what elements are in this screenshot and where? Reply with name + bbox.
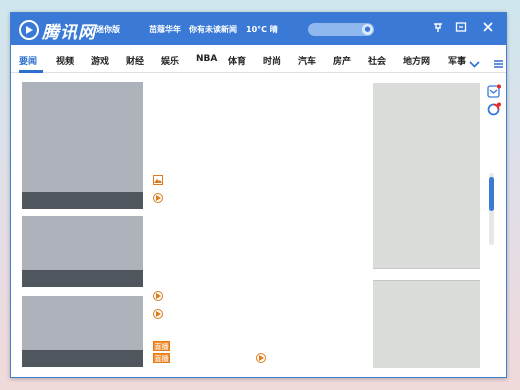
weather-text: 10°C 晴 — [246, 25, 278, 34]
logo-text: 腾讯网 — [42, 22, 96, 43]
ad-banner-short[interactable] — [373, 280, 480, 368]
headline-link-2[interactable]: 你有未读新闻 — [189, 24, 237, 35]
mini-news-window: 腾讯网 迷你版 茁蔻华年 你有未读新闻 10°C 晴 ● 要闻 视频 游戏 财经… — [10, 12, 507, 378]
menu-icon[interactable] — [493, 54, 504, 73]
video-icon — [256, 353, 266, 363]
tab-yaowen[interactable]: 要闻 — [19, 54, 37, 67]
tab-caijing[interactable]: 财经 — [126, 54, 144, 67]
chevron-down-icon[interactable] — [469, 54, 480, 73]
tab-shipin[interactable]: 视频 — [56, 54, 74, 67]
ad-banner-tall[interactable] — [373, 83, 480, 269]
news-thumbnail[interactable] — [22, 82, 143, 209]
search-icon[interactable]: ● — [362, 24, 373, 35]
tab-junshi[interactable]: 军事 — [448, 54, 466, 67]
video-icon — [153, 309, 163, 319]
qq-icon[interactable] — [487, 101, 501, 116]
news-thumbnail[interactable] — [22, 296, 143, 367]
tab-shishang[interactable]: 时尚 — [263, 54, 281, 67]
logo[interactable]: 腾讯网 — [19, 19, 96, 43]
photo-icon — [153, 175, 163, 185]
title-bar: 腾讯网 迷你版 茁蔻华年 你有未读新闻 10°C 晴 ● — [11, 13, 506, 45]
scrollbar-thumb[interactable] — [489, 177, 494, 211]
headline-link-1[interactable]: 茁蔻华年 — [149, 24, 181, 35]
tab-difangwang[interactable]: 地方网 — [403, 54, 430, 67]
tab-nba[interactable]: NBA — [196, 54, 217, 64]
news-thumbnail[interactable] — [22, 216, 143, 287]
tab-yule[interactable]: 娱乐 — [161, 54, 179, 67]
thumbnail-caption-bar — [22, 350, 143, 367]
tab-fangchan[interactable]: 房产 — [333, 54, 351, 67]
tab-youxi[interactable]: 游戏 — [91, 54, 109, 67]
video-icon — [153, 291, 163, 301]
active-tab-indicator — [19, 70, 43, 73]
thumbnail-caption-bar — [22, 192, 143, 209]
tab-tiyu[interactable]: 体育 — [228, 54, 246, 67]
search-input[interactable]: ● — [308, 23, 374, 36]
tab-shehui[interactable]: 社会 — [368, 54, 386, 67]
video-icon — [153, 193, 163, 203]
tab-qiche[interactable]: 汽车 — [298, 54, 316, 67]
live-badge: 直播 — [153, 341, 170, 351]
live-badge: 直播 — [153, 353, 170, 363]
thumbnail-caption-bar — [22, 270, 143, 287]
channel-nav: 要闻 视频 游戏 财经 娱乐 NBA 体育 时尚 汽车 房产 社会 地方网 军事 — [11, 45, 506, 73]
edition-label: 迷你版 — [96, 25, 120, 34]
mail-icon[interactable] — [487, 83, 501, 98]
pin-icon[interactable] — [431, 20, 445, 34]
scrollbar[interactable] — [489, 173, 494, 245]
window-icon[interactable] — [454, 20, 468, 34]
close-icon[interactable] — [481, 20, 495, 34]
logo-icon — [19, 20, 39, 40]
